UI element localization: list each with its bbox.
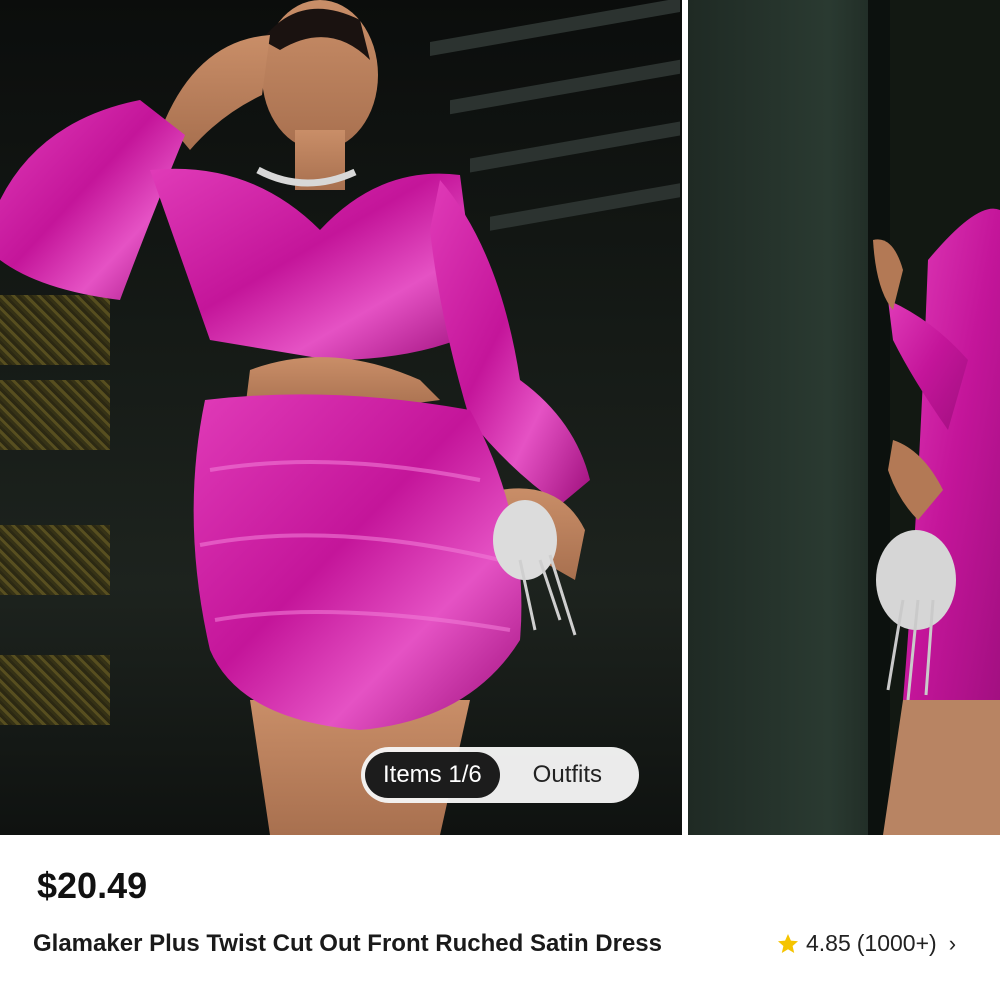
outfits-tab[interactable]: Outfits <box>500 761 635 789</box>
product-price: $20.49 <box>37 865 148 906</box>
model-illustration <box>0 0 590 835</box>
rating-score: 4.85 <box>806 930 851 956</box>
gallery-view-toggle[interactable]: Items 1/6 Outfits <box>361 747 639 803</box>
product-photo-secondary[interactable] <box>688 0 1000 835</box>
star-icon <box>778 933 798 953</box>
product-image-gallery[interactable]: Items 1/6 Outfits <box>0 0 1000 835</box>
items-tab[interactable]: Items 1/6 <box>365 752 500 798</box>
chevron-right-icon: › <box>948 930 957 956</box>
rating-link[interactable]: 4.85 (1000+) › <box>776 930 956 957</box>
product-title: Glamaker Plus Twist Cut Out Front Ruched… <box>33 930 663 957</box>
product-info: $20.49 Glamaker Plus Twist Cut Out Front… <box>0 835 1000 1000</box>
items-tab-label: Items 1/6 <box>383 761 482 788</box>
outfits-tab-label: Outfits <box>532 761 603 788</box>
rating-count: (1000+) <box>856 930 937 956</box>
product-photo-main[interactable] <box>0 0 682 835</box>
model-illustration-secondary <box>868 0 1000 835</box>
